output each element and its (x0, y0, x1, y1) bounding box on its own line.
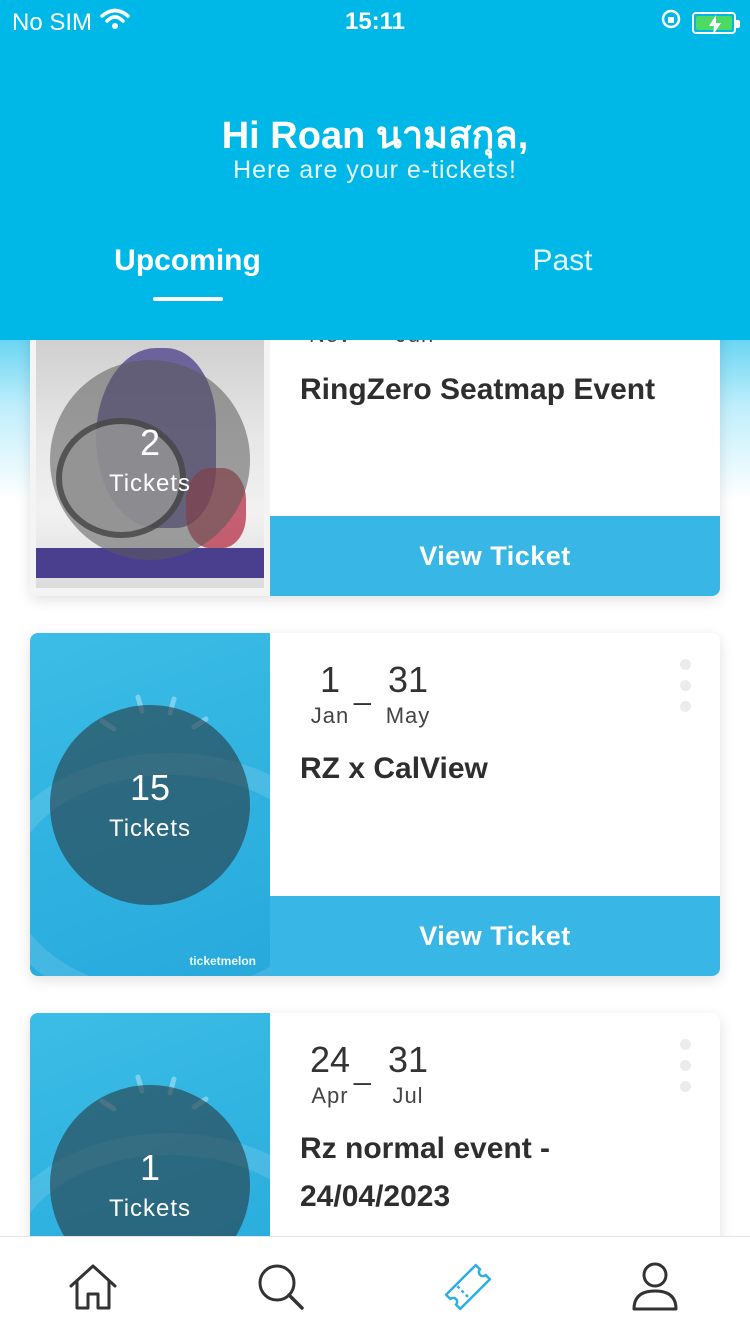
view-ticket-button[interactable]: View Ticket (270, 896, 720, 976)
greeting-subtitle: Here are your e-tickets! (233, 156, 517, 184)
ticket-count: 15 (129, 767, 171, 808)
ticket-count: 2 (139, 422, 161, 463)
end-month: Jul (392, 1083, 424, 1108)
orientation-lock-icon (660, 8, 682, 37)
active-tab-indicator (153, 297, 223, 301)
event-image: 15 Tickets ticketmelon (30, 633, 270, 976)
profile-icon (630, 1261, 680, 1318)
nav-tickets[interactable] (438, 1259, 498, 1319)
date-separator: _ (354, 673, 371, 706)
nav-home[interactable] (63, 1259, 123, 1319)
end-day: 31 (387, 659, 429, 700)
start-day: 1 (319, 659, 341, 700)
ticket-count-badge: 15 Tickets (50, 705, 250, 905)
event-title-line2: 24/04/2023 (300, 1180, 451, 1213)
ticket-card[interactable]: 2 Tickets Nov Jun RingZero Seatmap Event… (30, 300, 720, 596)
ticket-count-label: Tickets (108, 1195, 192, 1222)
end-month: May (385, 703, 431, 728)
brand-watermark: ticketmelon (189, 954, 256, 968)
start-day: 24 (309, 1039, 351, 1080)
date-separator: _ (354, 1053, 371, 1086)
nav-profile[interactable] (625, 1259, 685, 1319)
search-icon (256, 1262, 306, 1317)
start-month: Apr (311, 1083, 349, 1108)
tab-upcoming[interactable]: Upcoming (0, 244, 375, 278)
more-options-icon[interactable] (680, 659, 692, 722)
event-title-line1: Rz normal event - (300, 1132, 551, 1165)
ticket-count-badge: 2 Tickets (50, 360, 250, 560)
event-title: RingZero Seatmap Event (300, 373, 656, 406)
ticket-count: 1 (139, 1147, 161, 1188)
status-bar: No SIM 15:11 (0, 0, 750, 40)
event-poster: 2 Tickets (30, 300, 270, 596)
home-icon (67, 1262, 119, 1317)
end-day: 31 (387, 1039, 429, 1080)
ticket-icon (441, 1260, 495, 1319)
tab-past[interactable]: Past (375, 244, 750, 278)
battery-icon (692, 11, 740, 35)
clock: 15:11 (344, 8, 406, 35)
more-options-icon[interactable] (680, 1039, 692, 1102)
start-month: Jan (310, 703, 350, 728)
bottom-navigation (0, 1236, 750, 1334)
app-header: No SIM 15:11 Hi Roan นามสกุล, Here are y… (0, 0, 750, 340)
event-dates: 24 Apr _ 31 Jul (300, 1039, 600, 1119)
view-ticket-button[interactable]: View Ticket (270, 516, 720, 596)
nav-search[interactable] (251, 1259, 311, 1319)
ticket-count-label: Tickets (108, 470, 192, 497)
ticket-count-label: Tickets (108, 815, 192, 842)
event-title: RZ x CalView (300, 752, 488, 785)
ticket-card[interactable]: 15 Tickets ticketmelon 1 Jan _ 31 May RZ… (30, 633, 720, 976)
event-dates: 1 Jan _ 31 May (300, 659, 600, 739)
